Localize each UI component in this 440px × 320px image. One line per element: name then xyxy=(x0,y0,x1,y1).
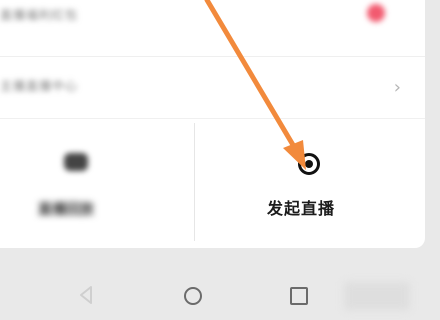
replay-button[interactable]: 直播回放 xyxy=(0,119,194,247)
settings-row-1[interactable]: 直播福利红包 xyxy=(0,0,425,52)
nav-extra xyxy=(344,282,410,310)
replay-icon xyxy=(64,153,88,171)
record-icon xyxy=(298,153,320,175)
start-live-button[interactable]: 发起直播 xyxy=(195,119,425,247)
home-icon[interactable] xyxy=(184,287,202,305)
chevron-right-icon: › xyxy=(393,77,401,98)
replay-label: 直播回放 xyxy=(38,202,94,218)
settings-row-2-label: 主播直播中心 xyxy=(0,79,79,93)
settings-row-1-label: 直播福利红包 xyxy=(0,8,79,22)
start-live-label: 发起直播 xyxy=(267,199,336,218)
action-row: 直播回放 发起直播 xyxy=(0,118,425,247)
settings-row-2[interactable]: 主播直播中心 › xyxy=(0,56,425,117)
menu-card: 直播福利红包 主播直播中心 › 直播回放 发起直播 xyxy=(0,0,425,248)
notification-dot xyxy=(367,4,385,22)
recent-apps-icon[interactable] xyxy=(290,287,308,305)
back-icon[interactable] xyxy=(76,284,98,306)
